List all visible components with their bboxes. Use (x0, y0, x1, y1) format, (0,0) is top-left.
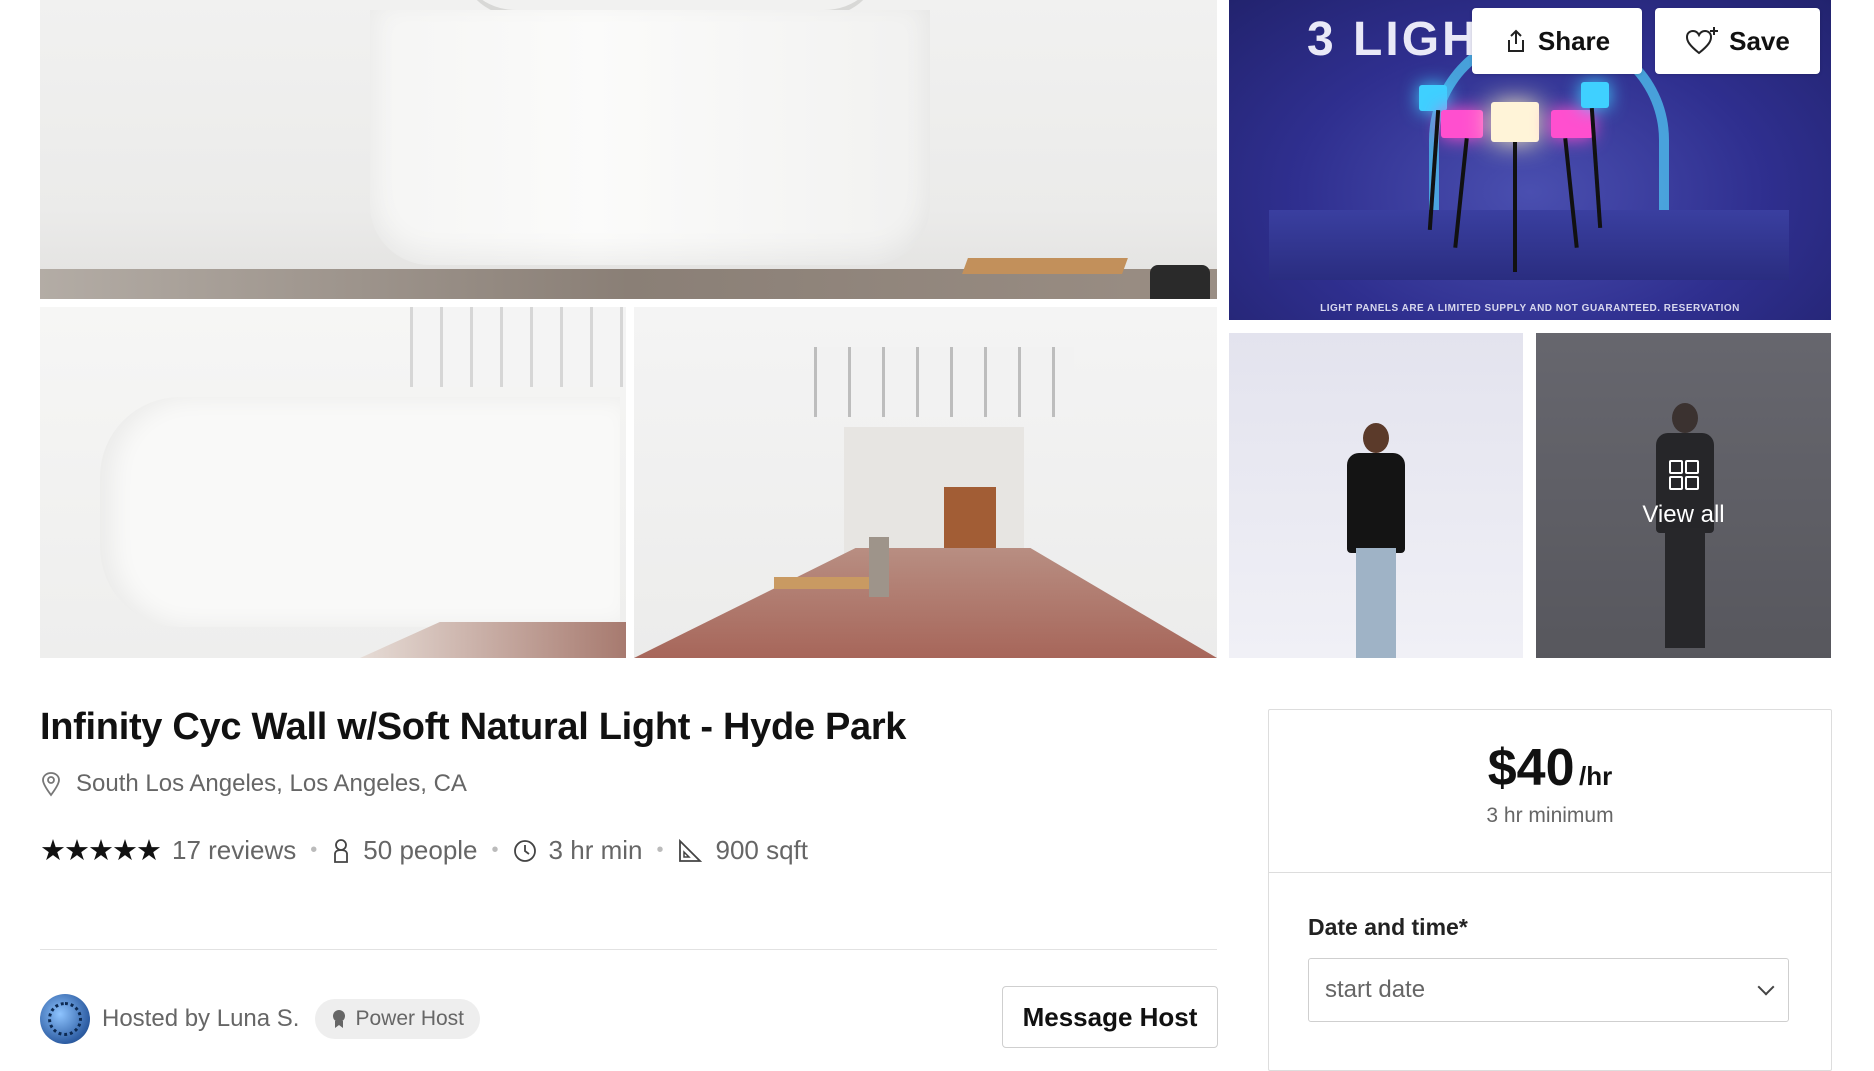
floor (634, 548, 1217, 658)
min-hours-text: 3 hr min (548, 835, 643, 865)
price-amount: $40 (1487, 739, 1575, 797)
cyc-wall (370, 10, 930, 265)
skylight (410, 307, 626, 387)
light-panel (1441, 110, 1483, 138)
view-all-overlay (1536, 333, 1831, 658)
chevron-down-icon (1757, 978, 1775, 996)
hosted-by-text[interactable]: Hosted by Luna S. (102, 1005, 299, 1033)
separator-dot: • (310, 839, 318, 861)
heart-plus-icon (1686, 27, 1719, 55)
photo-view-all[interactable]: View all (1536, 333, 1831, 658)
capacity-stat: 50 people (331, 835, 478, 866)
skylight (814, 347, 1074, 417)
light-panel (1419, 85, 1447, 111)
rating-stars: ★★★★★ (40, 835, 162, 867)
location-text: South Los Angeles, Los Angeles, CA (76, 770, 467, 797)
photo-studio-hall[interactable] (634, 307, 1217, 658)
light-stand (1513, 142, 1517, 272)
price-unit: /hr (1578, 761, 1613, 791)
message-host-button[interactable]: Message Host (1002, 986, 1218, 1048)
promo-headline: 3 LIGH (1307, 13, 1480, 66)
card-divider (1269, 872, 1831, 873)
reviews-link[interactable]: 17 reviews (172, 835, 296, 866)
minimum-hours: 3 hr minimum (1486, 804, 1614, 827)
listing-title: Infinity Cyc Wall w/Soft Natural Light -… (40, 706, 907, 748)
grid-icon (1669, 460, 1699, 490)
power-host-badge: Power Host (315, 999, 481, 1039)
view-all-label[interactable]: View all (1536, 501, 1831, 529)
price-row: $40 /hr (1269, 738, 1831, 798)
save-button[interactable]: Save (1655, 8, 1820, 74)
map-pin-icon (42, 772, 60, 797)
floor (360, 622, 626, 658)
promo-disclaimer: LIGHT PANELS ARE A LIMITED SUPPLY AND NO… (1320, 303, 1740, 314)
clock-icon (513, 839, 536, 862)
bench (962, 258, 1128, 274)
booking-card: $40 /hr 3 hr minimum Date and time* star… (1268, 709, 1832, 1071)
separator-dot: • (656, 839, 664, 861)
chair (1150, 265, 1210, 299)
stats-row: ★★★★★ 17 reviews • 50 people • 3 hr min … (40, 833, 808, 868)
start-date-placeholder: start date (1325, 976, 1426, 1003)
share-icon (1507, 29, 1524, 52)
save-label: Save (1729, 25, 1790, 56)
share-label: Share (1537, 25, 1611, 56)
separator-dot: • (491, 839, 499, 861)
share-button[interactable]: Share (1472, 8, 1642, 74)
host-avatar[interactable] (40, 994, 90, 1044)
date-time-label: Date and time* (1308, 914, 1468, 940)
light-panel (1551, 110, 1593, 138)
start-date-select[interactable]: start date (1308, 958, 1789, 1022)
capacity-text: 50 people (363, 835, 478, 865)
stage (1269, 210, 1789, 280)
size-stat: 900 sqft (677, 835, 808, 866)
light-panel (1491, 102, 1539, 142)
min-hours-stat: 3 hr min (513, 835, 643, 866)
light-panel (1581, 82, 1609, 108)
location-row: South Los Angeles, Los Angeles, CA (40, 770, 467, 798)
host-row: Hosted by Luna S. Power Host (40, 994, 481, 1044)
size-text: 900 sqft (715, 835, 808, 865)
award-icon (333, 1010, 346, 1028)
curtain (869, 537, 889, 597)
cyc-wall (100, 397, 620, 627)
badge-label: Power Host (355, 1007, 465, 1030)
person-icon (334, 838, 349, 863)
bench (774, 577, 884, 589)
photo-model[interactable] (1229, 333, 1523, 658)
photo-main[interactable] (40, 0, 1217, 299)
ruler-icon (679, 838, 703, 862)
section-divider (40, 949, 1217, 950)
photo-cyc-angle[interactable] (40, 307, 626, 658)
